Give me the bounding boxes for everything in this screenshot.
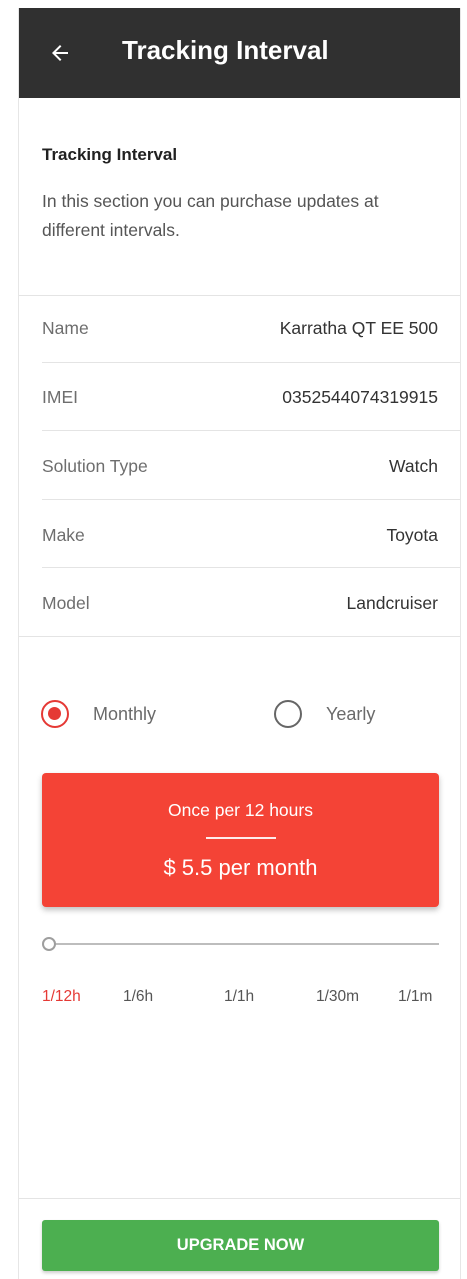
slider-thumb[interactable] <box>42 937 56 951</box>
arrow-left-icon[interactable] <box>47 41 73 65</box>
screen: Tracking Interval Tracking Interval In t… <box>18 8 461 1279</box>
divider <box>19 1198 460 1199</box>
info-value: Toyota <box>386 524 438 545</box>
info-row-make: Make Toyota <box>42 501 438 569</box>
info-row-imei: IMEI 0352544074319915 <box>42 363 438 431</box>
page-title: Tracking Interval <box>122 35 329 65</box>
radio-monthly[interactable]: Monthly <box>41 700 156 728</box>
intro-section: Tracking Interval In this section you ca… <box>42 145 440 245</box>
slider-track[interactable] <box>54 943 439 945</box>
plan-divider <box>206 837 276 839</box>
tick-label-12h[interactable]: 1/12h <box>42 988 81 1006</box>
tick-label-1m[interactable]: 1/1m <box>398 988 432 1006</box>
slider-tick-labels: 1/12h 1/6h 1/1h 1/30m 1/1m <box>42 988 439 1008</box>
info-value: 0352544074319915 <box>282 386 438 407</box>
info-label: Make <box>42 524 85 545</box>
info-value: Landcruiser <box>346 592 438 613</box>
section-title: Tracking Interval <box>42 145 178 164</box>
info-value: Watch <box>389 455 438 476</box>
radio-label-yearly: Yearly <box>326 703 376 724</box>
tick-label-30m[interactable]: 1/30m <box>316 988 359 1006</box>
tick-label-6h[interactable]: 1/6h <box>123 988 153 1006</box>
info-label: Solution Type <box>42 455 148 476</box>
interval-slider[interactable] <box>42 934 439 954</box>
info-row-model: Model Landcruiser <box>42 569 438 637</box>
plan-card: Once per 12 hours $ 5.5 per month <box>42 773 439 907</box>
upgrade-now-button[interactable]: UPGRADE NOW <box>42 1220 439 1271</box>
info-label: Name <box>42 317 89 338</box>
info-row-name: Name Karratha QT EE 500 <box>42 294 438 362</box>
info-label: IMEI <box>42 386 78 407</box>
section-description: In this section you can purchase updates… <box>42 191 379 240</box>
app-bar: Tracking Interval <box>19 8 460 98</box>
row-divider <box>42 499 460 500</box>
row-divider <box>42 567 460 568</box>
billing-period-radio-group: Monthly Yearly <box>41 700 438 736</box>
info-value: Karratha QT EE 500 <box>279 317 438 338</box>
info-row-solution-type: Solution Type Watch <box>42 432 438 500</box>
tick-label-1h[interactable]: 1/1h <box>224 988 254 1006</box>
radio-checked-icon[interactable] <box>41 700 69 728</box>
radio-unchecked-icon[interactable] <box>274 700 302 728</box>
plan-price: $ 5.5 per month <box>163 855 318 880</box>
row-divider <box>42 430 460 431</box>
radio-yearly[interactable]: Yearly <box>274 700 375 728</box>
plan-frequency: Once per 12 hours <box>168 800 313 820</box>
info-label: Model <box>42 592 90 613</box>
radio-label-monthly: Monthly <box>93 703 157 724</box>
divider <box>19 636 460 637</box>
